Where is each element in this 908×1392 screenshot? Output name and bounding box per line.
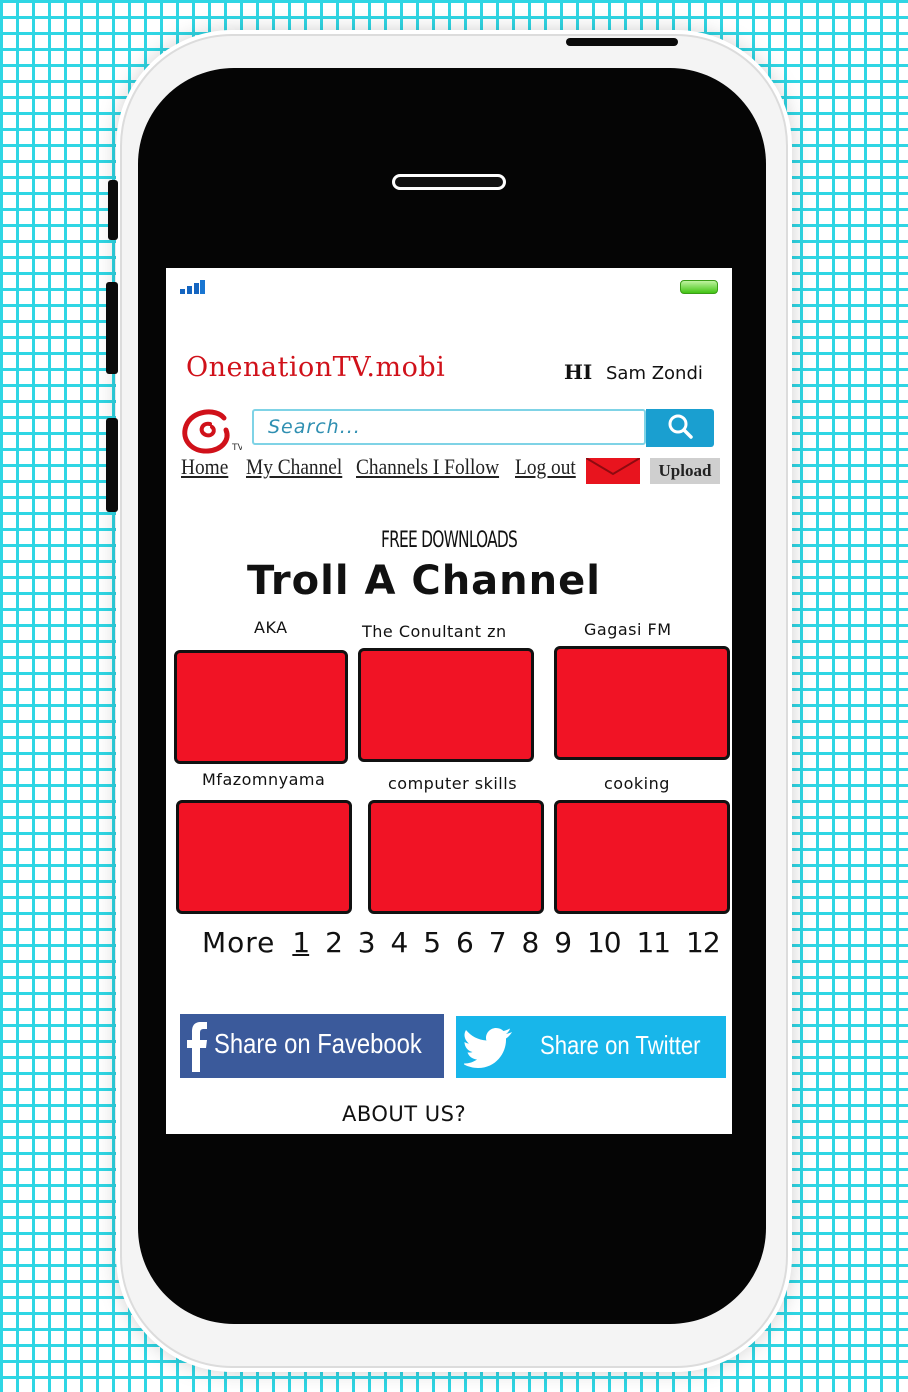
twitter-icon [464, 1028, 512, 1068]
mute-switch [108, 180, 118, 240]
nav-log-out[interactable]: Log out [515, 454, 576, 480]
page-link[interactable]: 6 [456, 926, 474, 959]
signal-icon [180, 280, 205, 294]
channel-label: Mfazomnyama [202, 770, 326, 789]
nav-my-channel[interactable]: My Channel [246, 454, 342, 480]
channel-tile[interactable] [358, 648, 534, 762]
brand-title[interactable]: OnenationTV.mobi [186, 352, 445, 383]
nav-home[interactable]: Home [181, 454, 228, 480]
facebook-icon [187, 1022, 207, 1072]
channel-label: AKA [254, 618, 288, 637]
channel-tile[interactable] [368, 800, 544, 914]
phone-screen: OnenationTV.mobi HI Sam Zondi TV Home My… [166, 268, 732, 1134]
channel-tile[interactable] [554, 646, 730, 760]
earpiece-speaker [392, 174, 506, 190]
page-link[interactable]: 7 [489, 926, 507, 959]
free-downloads-label: FREE DOWNLOADS [380, 528, 518, 553]
about-us-link[interactable]: ABOUT US? [342, 1102, 466, 1126]
channel-tile[interactable] [554, 800, 730, 914]
svg-text:TV: TV [231, 443, 242, 453]
channel-tile[interactable] [176, 800, 352, 914]
page-link[interactable]: 8 [521, 926, 539, 959]
page-title: Troll A Channel [247, 558, 601, 604]
battery-icon [680, 280, 718, 294]
share-twitter-button[interactable]: Share on Twitter [456, 1016, 726, 1078]
user-name[interactable]: Sam Zondi [606, 363, 703, 384]
pagination: More 1 2 3 4 5 6 7 8 9 10 11 12 13 14 [202, 926, 732, 959]
share-twitter-label: Share on Twitter [540, 1030, 701, 1060]
page-link[interactable]: 3 [358, 926, 376, 959]
channel-label: computer skills [388, 774, 518, 793]
onenation-logo-icon[interactable]: TV [180, 408, 242, 456]
page-link[interactable]: 1 [292, 926, 310, 959]
pagination-more[interactable]: More [202, 926, 275, 959]
search-icon [668, 414, 693, 439]
channel-label: Gagasi FM [584, 620, 672, 639]
volume-down-button [106, 418, 118, 512]
volume-up-button [106, 282, 118, 374]
nav-channels-i-follow[interactable]: Channels I Follow [356, 454, 499, 480]
power-button [566, 38, 678, 46]
channel-tile[interactable] [174, 650, 348, 764]
mail-icon[interactable] [586, 458, 640, 484]
search-button[interactable] [646, 409, 714, 447]
page-link[interactable]: 2 [325, 926, 343, 959]
share-facebook-label: Share on Favebook [214, 1028, 422, 1059]
channel-label: The Conultant zn [362, 622, 507, 641]
user-greeting: HI Sam Zondi [564, 360, 703, 384]
upload-button[interactable]: Upload [650, 458, 720, 484]
page-link[interactable]: 10 [587, 926, 622, 959]
page-link[interactable]: 11 [636, 926, 671, 959]
page-link[interactable]: 5 [423, 926, 441, 959]
search-input[interactable] [252, 409, 646, 445]
page-link[interactable]: 12 [686, 926, 721, 959]
page-link[interactable]: 9 [554, 926, 572, 959]
share-facebook-button[interactable]: Share on Favebook [180, 1014, 444, 1078]
channel-label: cooking [604, 774, 670, 793]
page-link[interactable]: 4 [391, 926, 409, 959]
greeting-hi: HI [564, 360, 593, 384]
